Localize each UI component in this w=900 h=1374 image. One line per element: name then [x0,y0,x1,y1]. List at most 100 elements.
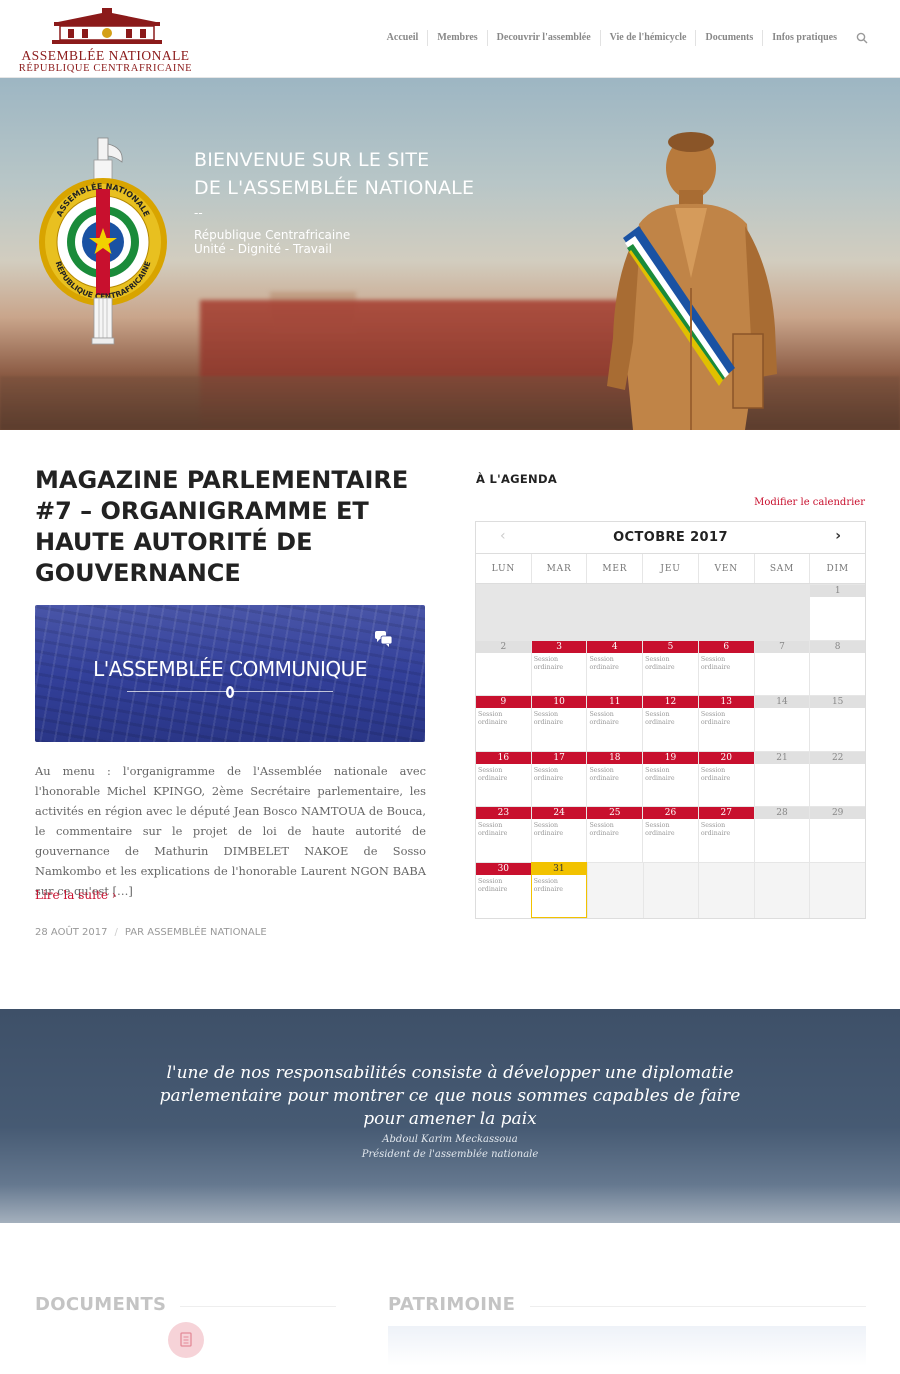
calendar-day[interactable]: 6 Session ordinaire [697,639,754,696]
calendar-day[interactable]: 10 Session ordinaire [530,695,587,751]
calendar-event[interactable]: Session ordinaire [476,819,531,838]
nav-membres[interactable]: Membres [427,30,486,46]
meta-separator: / [114,927,118,938]
calendar-day-number: 14 [754,696,810,709]
calendar-blank-cell [753,861,810,918]
calendar-day-number: 17 [531,751,587,764]
nav-accueil[interactable]: Accueil [378,30,428,46]
calendar-event[interactable]: Session ordinaire [532,764,587,783]
calendar-blank-cell [587,861,643,918]
nav-documents[interactable]: Documents [695,30,762,46]
site-header: ASSEMBLÉE NATIONALE RÉPUBLIQUE CENTRAFRI… [0,0,900,78]
calendar-event[interactable]: Session ordinaire [699,708,754,727]
calendar-day[interactable]: 18 Session ordinaire [586,750,643,807]
calendar-day[interactable]: 26 Session ordinaire [642,806,698,862]
site-logo[interactable]: ASSEMBLÉE NATIONALE RÉPUBLIQUE CENTRAFRI… [18,8,193,74]
calendar-event[interactable]: Session ordinaire [699,653,754,672]
calendar-event[interactable]: Session ordinaire [476,708,531,727]
next-month-button[interactable]: › [835,528,841,544]
weekday-dim: DIM [809,554,865,583]
calendar-day[interactable]: 7 [753,639,810,696]
calendar-day[interactable]: 2 [476,639,531,696]
calendar-header: ‹ OCTOBRE 2017 › [476,522,865,554]
nav-decouvrir[interactable]: Decouvrir l'assemblée [486,30,600,46]
calendar-event[interactable]: Session ordinaire [476,764,531,783]
article-featured-image[interactable]: L'ASSEMBLÉE COMMUNIQUE [35,605,425,742]
logo-title: ASSEMBLÉE NATIONALE [21,48,190,63]
calendar-day-number: 25 [587,807,643,820]
calendar-event[interactable]: Session ordinaire [532,653,587,672]
calendar-day-number: 21 [754,751,810,764]
calendar-event[interactable]: Session ordinaire [699,819,754,838]
calendar-event[interactable]: Session ordinaire [587,653,642,672]
calendar-day-number: 13 [698,696,754,709]
calendar-day[interactable]: 22 [809,750,866,807]
calendar-day[interactable]: 3 Session ordinaire [530,639,587,696]
article-author[interactable]: PAR ASSEMBLÉE NATIONALE [125,927,267,938]
calendar-day-number: 9 [476,696,531,709]
calendar-day[interactable]: 24 Session ordinaire [530,806,587,862]
calendar-event[interactable]: Session ordinaire [643,819,698,838]
calendar-day[interactable]: 20 Session ordinaire [697,750,754,807]
calendar-day[interactable]: 15 [809,695,866,751]
calendar-event[interactable]: Session ordinaire [532,708,587,727]
calendar-event[interactable]: Session ordinaire [587,708,642,727]
calendar-day[interactable]: 28 [753,806,810,862]
calendar-day[interactable]: 13 Session ordinaire [697,695,754,751]
calendar-event[interactable]: Session ordinaire [587,764,642,783]
calendar-day[interactable]: 12 Session ordinaire [642,695,698,751]
calendar-day[interactable]: 29 [809,806,866,862]
calendar-day[interactable]: 9 Session ordinaire [476,695,531,751]
calendar-day[interactable]: 17 Session ordinaire [530,750,587,807]
calendar-event[interactable]: Session ordinaire [643,764,698,783]
calendar-event[interactable]: Session ordinaire [643,708,698,727]
article-title[interactable]: MAGAZINE PARLEMENTAIRE #7 – ORGANIGRAMME… [35,465,435,589]
calendar-day[interactable]: 19 Session ordinaire [642,750,698,807]
calendar-day[interactable]: 5 Session ordinaire [642,639,698,696]
calendar-day-number: 22 [810,751,866,764]
calendar-day[interactable]: 31 Session ordinaire [530,861,588,918]
calendar-day-number: 31 [531,862,587,875]
calendar-event[interactable]: Session ordinaire [532,875,587,894]
calendar-day[interactable]: 8 [809,639,866,696]
calendar-day-number: 27 [698,807,754,820]
patrimoine-preview[interactable] [388,1326,866,1366]
calendar-day-number: 16 [476,751,531,764]
calendar-day[interactable]: 4 Session ordinaire [586,639,643,696]
calendar-day[interactable]: 23 Session ordinaire [476,806,531,862]
calendar-event[interactable]: Session ordinaire [587,819,642,838]
calendar-empty-cell [531,584,588,640]
article-excerpt: Au menu : l'organigramme de l'Assemblée … [35,764,426,898]
search-icon[interactable] [850,30,874,46]
weekday-mer: MER [586,554,642,583]
national-emblem-icon: ASSEMBLÉE NATIONALE RÉPUBLIQUE CENTRAFRI… [39,137,167,345]
article-date: 28 AOÛT 2017 [35,927,108,938]
edit-calendar-link[interactable]: Modifier le calendrier [754,497,865,508]
calendar-event[interactable]: Session ordinaire [699,764,754,783]
nav-vie-hemicycle[interactable]: Vie de l'hémicycle [599,30,696,46]
calendar-event[interactable]: Session ordinaire [532,819,587,838]
chat-bubbles-icon [375,631,393,647]
calendar-day[interactable]: 1 [809,584,866,640]
calendar-day[interactable]: 11 Session ordinaire [586,695,643,751]
calendar-event[interactable]: Session ordinaire [643,653,698,672]
calendar-event[interactable]: Session ordinaire [476,875,531,894]
calendar-day[interactable]: 25 Session ordinaire [586,806,643,862]
calendar-day[interactable]: 30 Session ordinaire [476,861,531,918]
calendar-day-number: 10 [531,696,587,709]
nav-infos-pratiques[interactable]: Infos pratiques [762,30,846,46]
read-more-link[interactable]: Lire la suite › [35,888,117,902]
document-icon[interactable] [168,1322,204,1358]
calendar-day-number: 23 [476,807,531,820]
calendar-day-number: 2 [476,640,531,653]
calendar-month: OCTOBRE 2017 [613,530,728,545]
documents-divider [180,1306,336,1307]
calendar-blank-cell [809,861,866,918]
calendar-week: 16 Session ordinaire 17 Session ordinaire 18… [476,750,866,807]
hero-country: République Centrafricaine [194,228,351,242]
calendar-day[interactable]: 27 Session ordinaire [697,806,754,862]
calendar-day[interactable]: 14 [753,695,810,751]
calendar-day-number: 29 [810,807,866,820]
calendar-day[interactable]: 16 Session ordinaire [476,750,531,807]
calendar-day[interactable]: 21 [753,750,810,807]
